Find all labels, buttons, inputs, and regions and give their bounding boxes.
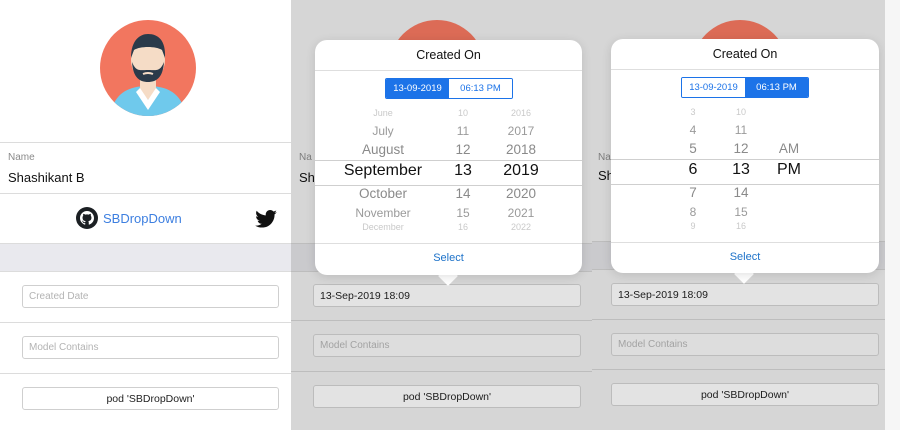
divider [0, 373, 291, 374]
picker-option[interactable]: 13 [721, 161, 761, 179]
name-label: Name [8, 152, 35, 163]
picker-option[interactable]: 7 [673, 185, 713, 200]
profile-screen: Name Shashikant B SBDropDown Created Dat… [0, 0, 291, 430]
select-button[interactable]: Select [611, 251, 879, 263]
divider [0, 271, 291, 272]
time-popover: Created On 13-09-2019 06:13 PM 3 4 5 6 7 8 9 1… [611, 39, 879, 273]
picker-option[interactable]: August [335, 142, 431, 157]
picker-option[interactable]: 11 [443, 124, 483, 138]
picker-option[interactable]: 2016 [491, 108, 551, 118]
picker-option[interactable]: 13 [443, 162, 483, 180]
github-label: SBDropDown [103, 210, 182, 226]
github-icon [76, 207, 98, 229]
avatar-illustration [110, 34, 186, 116]
twitter-icon[interactable] [255, 210, 277, 228]
divider [0, 193, 291, 194]
picker-option[interactable]: 3 [673, 107, 713, 117]
github-link[interactable]: SBDropDown [76, 207, 182, 229]
divider [0, 142, 291, 143]
picker-option[interactable]: September [335, 162, 431, 180]
mode-segmented-control[interactable]: 13-09-2019 06:13 PM [385, 78, 513, 99]
picker-option[interactable]: 6 [673, 161, 713, 179]
divider [0, 322, 291, 323]
picker-option[interactable]: 9 [673, 221, 713, 231]
picker-option[interactable]: 2022 [491, 222, 551, 232]
name-value: Shashikant B [8, 170, 85, 185]
picker-option[interactable]: 2020 [491, 186, 551, 201]
picker-option[interactable]: 14 [443, 186, 483, 201]
ampm-wheel[interactable]: AM PM [769, 109, 809, 229]
time-segment[interactable]: 06:13 PM [745, 78, 808, 97]
picker-option[interactable]: 2018 [491, 142, 551, 157]
popover-title: Created On [712, 47, 778, 61]
picker-option[interactable]: 2019 [491, 162, 551, 180]
picker-option[interactable]: 15 [721, 205, 761, 219]
date-popover: Created On 13-09-2019 06:13 PM June July A… [315, 40, 582, 275]
picker-option[interactable]: 2017 [491, 124, 551, 138]
time-segment[interactable]: 06:13 PM [449, 79, 512, 98]
picker-option[interactable]: 5 [673, 141, 713, 156]
picker-option[interactable]: 12 [443, 142, 483, 157]
hour-wheel[interactable]: 3 4 5 6 7 8 9 [673, 107, 713, 231]
picker-option[interactable]: 14 [721, 185, 761, 200]
picker-option[interactable]: 11 [721, 123, 761, 137]
picker-option[interactable]: 12 [721, 141, 761, 156]
picker-option[interactable]: 16 [721, 221, 761, 231]
divider [315, 70, 582, 71]
model-contains-field[interactable]: Model Contains [22, 336, 279, 359]
month-wheel[interactable]: June July August September October November De… [335, 108, 431, 232]
divider [611, 242, 879, 243]
picker-option[interactable]: June [335, 108, 431, 118]
picker-option[interactable]: PM [769, 161, 809, 179]
divider [315, 243, 582, 244]
minute-wheel[interactable]: 10 11 12 13 14 15 16 [721, 107, 761, 231]
date-segment[interactable]: 13-09-2019 [682, 78, 745, 97]
day-wheel[interactable]: 10 11 12 13 14 15 16 [443, 108, 483, 232]
picker-option[interactable]: 8 [673, 205, 713, 219]
picker-option[interactable]: 10 [443, 108, 483, 118]
picker-option[interactable]: December [335, 222, 431, 232]
mode-segmented-control[interactable]: 13-09-2019 06:13 PM [681, 77, 809, 98]
picker-option[interactable]: 2021 [491, 206, 551, 220]
divider [611, 69, 879, 70]
picker-option[interactable]: October [335, 186, 431, 201]
picker-option[interactable]: 16 [443, 222, 483, 232]
avatar [100, 20, 196, 116]
popover-title: Created On [416, 48, 481, 62]
date-segment[interactable]: 13-09-2019 [386, 79, 449, 98]
section-header [0, 244, 291, 271]
pod-text-field[interactable]: pod 'SBDropDown' [22, 387, 279, 410]
picker-option[interactable]: November [335, 206, 431, 220]
background-strip [885, 0, 900, 430]
picker-option[interactable]: AM [769, 141, 809, 156]
picker-option[interactable]: July [335, 124, 431, 138]
time-picker-screen: Na Sh 13-Sep-2019 18:09 Model Contains p… [592, 0, 885, 430]
select-button[interactable]: Select [315, 252, 582, 264]
picker-option[interactable]: 10 [721, 107, 761, 117]
created-date-field[interactable]: Created Date [22, 285, 279, 308]
picker-option[interactable]: 4 [673, 123, 713, 137]
date-picker-screen: Na Sh 13-Sep-2019 18:09 Model Contains p… [291, 0, 592, 430]
picker-option[interactable]: 15 [443, 206, 483, 220]
year-wheel[interactable]: 2016 2017 2018 2019 2020 2021 2022 [491, 108, 551, 232]
